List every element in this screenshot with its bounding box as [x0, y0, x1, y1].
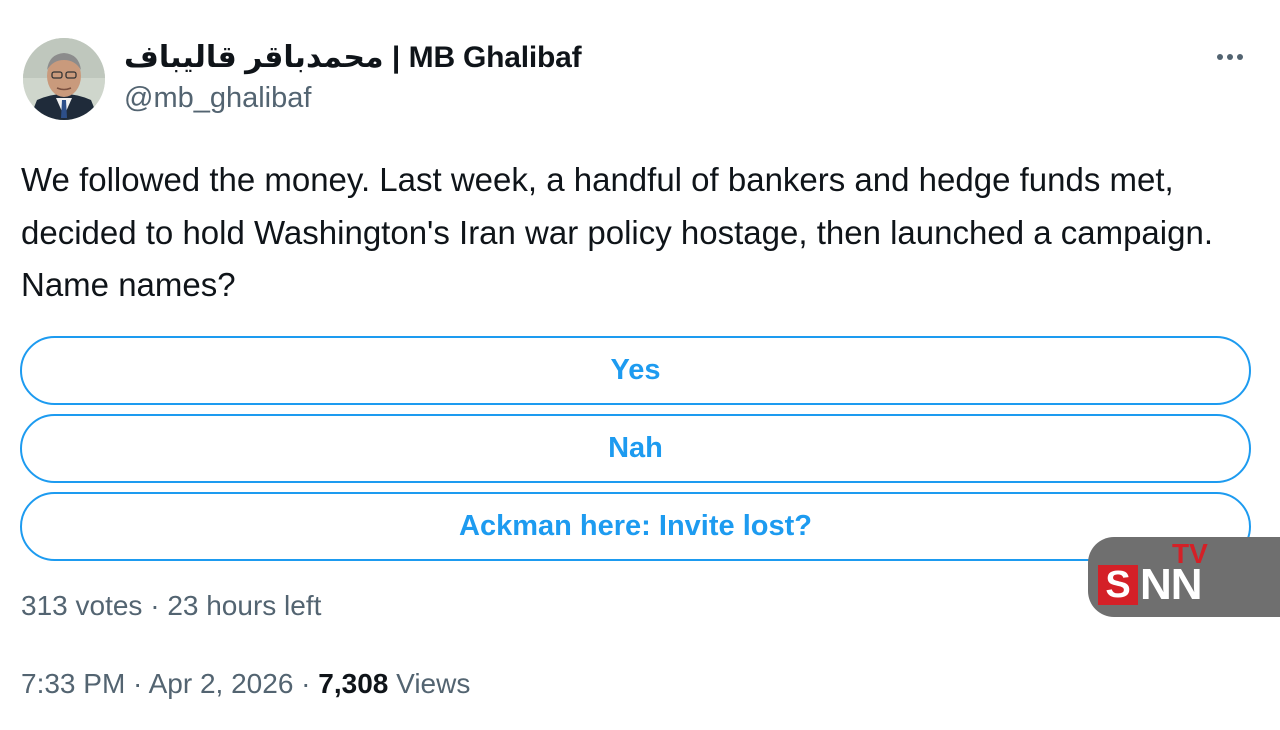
profile-photo: [23, 38, 105, 120]
views-count[interactable]: 7,308: [318, 668, 388, 699]
more-horizontal-icon: [1237, 54, 1243, 60]
display-name[interactable]: محمدباقر قالیباف | MB Ghalibaf: [124, 38, 582, 76]
poll-votes: 313 votes: [21, 590, 143, 621]
poll-option-nah[interactable]: Nah: [20, 414, 1251, 483]
tweet-meta: 7:33 PM · Apr 2, 2026 · 7,308 Views: [21, 668, 470, 700]
avatar[interactable]: [23, 38, 105, 120]
poll-time-left: 23 hours left: [167, 590, 322, 621]
snn-logo-tv: TV: [1172, 538, 1208, 569]
user-handle[interactable]: @mb_ghalibaf: [124, 82, 311, 115]
poll-meta: 313 votes · 23 hours left: [21, 590, 321, 622]
more-options-button[interactable]: [1206, 42, 1254, 72]
more-horizontal-icon: [1217, 54, 1223, 60]
poll-option-yes[interactable]: Yes: [20, 336, 1251, 405]
more-horizontal-icon: [1227, 54, 1233, 60]
separator: ·: [142, 590, 168, 621]
snn-tv-watermark: S NN TV: [1088, 537, 1280, 617]
tweet-text: We followed the money. Last week, a hand…: [21, 161, 1213, 303]
views-label: Views: [396, 668, 471, 699]
snn-logo-nn: NN: [1140, 560, 1203, 609]
poll-option-ackman[interactable]: Ackman here: Invite lost?: [20, 492, 1251, 561]
separator: ·: [125, 668, 149, 699]
separator: ·: [293, 668, 319, 699]
tweet-date[interactable]: Apr 2, 2026: [149, 668, 294, 699]
snn-logo-s: S: [1098, 565, 1138, 605]
tweet-time[interactable]: 7:33 PM: [21, 668, 125, 699]
